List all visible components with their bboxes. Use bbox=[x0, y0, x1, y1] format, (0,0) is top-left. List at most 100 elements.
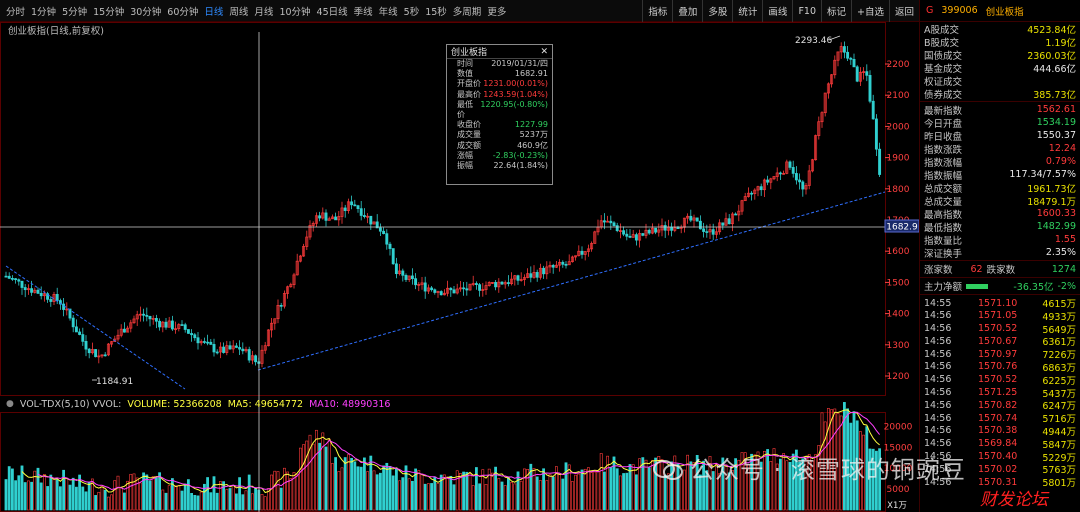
tool-button[interactable]: 统计 bbox=[732, 0, 762, 22]
tick-time: 14:56 bbox=[924, 438, 952, 450]
period-tab[interactable]: 季线 bbox=[354, 4, 373, 18]
volume-bar bbox=[241, 494, 245, 511]
close-icon[interactable]: ✕ bbox=[540, 47, 548, 57]
volume-bar bbox=[362, 457, 366, 511]
tool-button[interactable]: F10 bbox=[792, 0, 821, 22]
tick-price: 1570.40 bbox=[978, 451, 1018, 463]
volume-bar bbox=[113, 480, 117, 511]
tick-time: 14:56 bbox=[924, 425, 952, 437]
period-tab[interactable]: 5秒 bbox=[404, 4, 420, 18]
tick-price: 1570.52 bbox=[978, 323, 1018, 335]
candle-body bbox=[74, 326, 78, 333]
period-tab[interactable]: 5分钟 bbox=[62, 4, 87, 18]
candle-body bbox=[324, 212, 328, 221]
tooltip-label: 数值 bbox=[457, 69, 473, 79]
period-tab[interactable]: 10分钟 bbox=[279, 4, 310, 18]
candle-body bbox=[478, 284, 482, 291]
candle-body bbox=[148, 316, 152, 320]
stat-label: 今日开盘 bbox=[924, 118, 963, 130]
stat-value: 444.66亿 bbox=[1033, 63, 1076, 75]
index-name: 创业板指 bbox=[985, 6, 1024, 18]
volume-bar bbox=[23, 482, 27, 511]
period-tab[interactable]: 60分钟 bbox=[167, 4, 198, 18]
volume-bar bbox=[167, 485, 171, 511]
volume-bar bbox=[273, 470, 277, 511]
candle-body bbox=[609, 220, 613, 224]
stat-value: 2360.03亿 bbox=[1027, 50, 1076, 62]
volume-bar bbox=[631, 464, 635, 511]
period-tab[interactable]: 分时 bbox=[6, 4, 25, 18]
candle-body bbox=[154, 318, 158, 322]
candle-body bbox=[734, 213, 738, 216]
volume-bar bbox=[305, 440, 309, 511]
candle-body bbox=[190, 333, 194, 336]
tool-button[interactable]: 画线 bbox=[762, 0, 792, 22]
volume-bar bbox=[55, 479, 59, 511]
candle-body bbox=[695, 217, 699, 222]
main-net-flow: 主力净额 -36.35亿 -2% bbox=[920, 279, 1080, 294]
stat-label: 深证换手 bbox=[924, 248, 963, 260]
candle-body bbox=[622, 230, 626, 235]
settings-dot-icon[interactable]: ● bbox=[6, 399, 14, 409]
period-tab[interactable]: 周线 bbox=[229, 4, 248, 18]
candle-body bbox=[602, 220, 606, 223]
candle-body bbox=[170, 320, 174, 330]
tooltip-row: 成交量 5237万 bbox=[447, 130, 552, 140]
period-tab[interactable]: 更多 bbox=[487, 4, 506, 18]
candle-body bbox=[254, 355, 258, 363]
volume-bar bbox=[206, 477, 210, 511]
period-tab[interactable]: 15秒 bbox=[425, 4, 447, 18]
volume-bar bbox=[366, 471, 370, 511]
tool-button[interactable]: 指标 bbox=[642, 0, 672, 22]
volume-bar bbox=[161, 489, 165, 511]
candle-body bbox=[202, 341, 206, 343]
candle-info-tooltip: 创业板指 ✕ 时间 2019/01/31/四 数值 1682.91 开盘价 1231.00… bbox=[446, 44, 553, 185]
volume-bar bbox=[142, 472, 146, 511]
tool-button[interactable]: +自选 bbox=[851, 0, 889, 22]
tooltip-label: 最低价 bbox=[457, 99, 473, 120]
period-tab[interactable]: 月线 bbox=[254, 4, 273, 18]
tool-button[interactable]: 标记 bbox=[821, 0, 851, 22]
tick-row: 14:55 1571.10 4615万 bbox=[920, 296, 1080, 311]
candle-body bbox=[465, 288, 469, 291]
divider bbox=[920, 277, 1080, 278]
divider bbox=[920, 260, 1080, 261]
period-tab[interactable]: 1分钟 bbox=[31, 4, 56, 18]
volume-bar bbox=[570, 481, 574, 511]
candle-body bbox=[247, 349, 251, 361]
tooltip-label: 开盘价 bbox=[457, 79, 481, 89]
candle-body bbox=[87, 348, 91, 354]
net-flow-label: 主力净额 bbox=[924, 282, 963, 293]
tool-buttons: 指标 叠加 多股 统计 画线 F10 标记 +自选 返回 bbox=[642, 0, 919, 22]
volume-bar bbox=[49, 474, 53, 511]
tool-button[interactable]: 叠加 bbox=[672, 0, 702, 22]
candle-body bbox=[279, 304, 283, 307]
period-tab[interactable]: 30分钟 bbox=[130, 4, 161, 18]
candle-body bbox=[206, 341, 210, 344]
tool-button[interactable]: 多股 bbox=[702, 0, 732, 22]
tooltip-value: 1231.00(0.01%) bbox=[483, 79, 548, 89]
vol-indicator-name[interactable]: VOL-TDX(5,10) VVOL: bbox=[20, 399, 122, 410]
volume-bar bbox=[190, 493, 194, 511]
candle-body bbox=[10, 278, 14, 280]
volume-bar bbox=[458, 473, 462, 511]
period-tab[interactable]: 日线 bbox=[204, 4, 223, 18]
period-tab[interactable]: 45日线 bbox=[317, 4, 348, 18]
volume-bar bbox=[602, 471, 606, 511]
tick-price: 1570.74 bbox=[978, 412, 1018, 424]
stat-row: 深证换手 2.35% bbox=[920, 246, 1080, 260]
stat-label: 指数量比 bbox=[924, 235, 963, 247]
stat-label: 最新指数 bbox=[924, 105, 963, 117]
period-tab[interactable]: 年线 bbox=[379, 4, 398, 18]
volume-bar bbox=[452, 484, 456, 511]
price-axis-label: 1400 bbox=[887, 310, 910, 320]
candle-body bbox=[17, 279, 21, 282]
period-tab[interactable]: 15分钟 bbox=[93, 4, 124, 18]
period-tab[interactable]: 多周期 bbox=[453, 4, 482, 18]
tick-price: 1571.05 bbox=[978, 310, 1018, 322]
chart-area[interactable]: 2200210020001900180017001600150014001300… bbox=[0, 22, 919, 512]
volume-bar bbox=[17, 475, 21, 511]
tick-time: 14:56 bbox=[924, 323, 952, 335]
volume-bar bbox=[401, 477, 405, 511]
tool-button[interactable]: 返回 bbox=[888, 0, 919, 22]
